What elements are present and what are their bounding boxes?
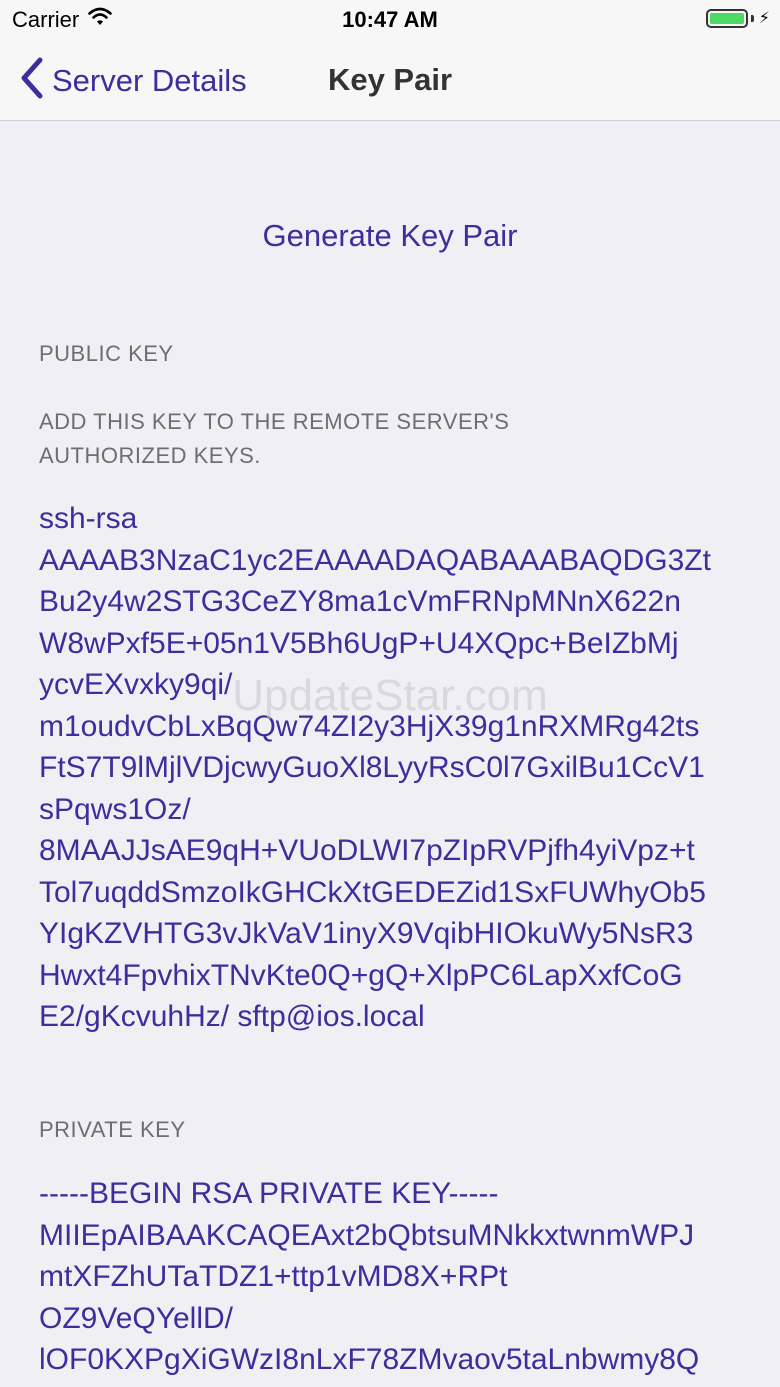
status-bar: Carrier 10:47 AM ⚡ (0, 0, 780, 40)
public-key-footer: ADD THIS KEY TO THE REMOTE SERVER'S AUTH… (39, 409, 510, 468)
status-time: 10:47 AM (342, 7, 438, 32)
key-pair-screen: Carrier 10:47 AM ⚡ Server Details Key Pa… (0, 0, 780, 1387)
content-area[interactable]: Generate Key Pair PUBLIC KEY ADD THIS KE… (0, 121, 780, 1387)
private-key-text[interactable]: -----BEGIN RSA PRIVATE KEY----- MIIEpAIB… (39, 1173, 745, 1381)
battery-icon: ⚡ (705, 8, 770, 28)
charging-bolt-icon: ⚡ (758, 10, 770, 27)
generate-key-pair-button[interactable]: Generate Key Pair (0, 218, 780, 254)
public-key-header: PUBLIC KEY (39, 341, 174, 366)
navigation-bar: Server Details Key Pair (0, 40, 780, 121)
public-key-text[interactable]: ssh-rsa AAAAB3NzaC1yc2EAAAADAQABAAABAQDG… (39, 498, 745, 1038)
private-key-header: PRIVATE KEY (39, 1117, 186, 1142)
page-title: Key Pair (327, 62, 453, 97)
